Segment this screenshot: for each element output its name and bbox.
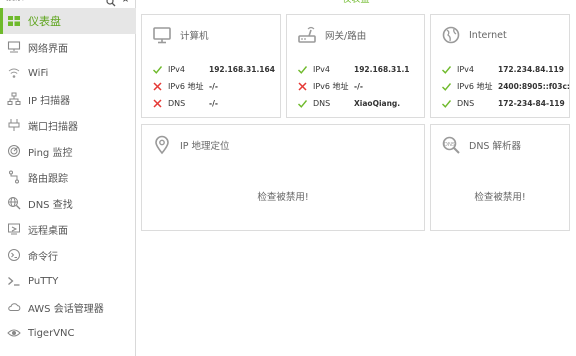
cross-icon — [297, 81, 308, 92]
sidebar-item-label: WiFi — [28, 67, 49, 79]
dns-search-icon: DNS — [442, 136, 460, 154]
ethernet-port-icon — [7, 118, 21, 132]
search-input[interactable] — [6, 0, 98, 6]
network-tree-icon — [7, 92, 21, 106]
sidebar-item-wifi[interactable]: WiFi — [0, 60, 136, 86]
radar-icon — [7, 144, 21, 158]
svg-text:DNS: DNS — [444, 142, 456, 148]
sidebar-item-label: 仪表盘 — [28, 15, 61, 28]
sidebar-item-label: IP 扫描器 — [28, 95, 71, 107]
cross-icon — [152, 81, 163, 92]
card-title: 计算机 — [180, 31, 209, 42]
sidebar-item-tigervnc[interactable]: TigerVNC — [0, 320, 136, 346]
sidebar-item-remote-desktop[interactable]: 远程桌面 — [0, 216, 136, 242]
check-icon — [297, 98, 308, 109]
row-dns: DNS XiaoQiang. — [297, 95, 410, 112]
row-ipv6: IPv6 地址 -/- — [152, 78, 275, 95]
card-title: 网关/路由 — [325, 31, 367, 42]
sidebar-item-port-scanner[interactable]: 端口扫描器 — [0, 112, 136, 138]
wifi-icon — [7, 66, 21, 80]
favorite-star-icon[interactable]: ★ — [121, 0, 130, 5]
check-icon — [152, 64, 163, 75]
eye-icon — [7, 326, 21, 340]
globe-icon — [442, 26, 460, 44]
sidebar-item-label: PuTTY — [28, 275, 59, 287]
console-icon — [7, 248, 21, 262]
sidebar-item-ping-monitor[interactable]: Ping 监控 — [0, 138, 136, 164]
row-ipv6: IPv6 地址 2400:8905::f03c: — [441, 78, 570, 95]
sidebar-item-label: Ping 监控 — [28, 147, 73, 159]
disabled-message: 检查被禁用! — [257, 192, 309, 203]
row-ipv4: IPv4 172.234.84.119 — [441, 61, 570, 78]
sidebar-item-command-line[interactable]: 命令行 — [0, 242, 136, 268]
location-pin-icon — [155, 135, 169, 155]
card-internet: Internet IPv4 172.234.84.119 IPv6 地址 240… — [430, 14, 570, 118]
sidebar-item-label: AWS 会话管理器 — [28, 303, 104, 315]
check-icon — [441, 81, 452, 92]
sidebar-item-label: 网络界面 — [28, 43, 68, 55]
check-icon — [297, 64, 308, 75]
sidebar-item-dns-lookup[interactable]: DNS 查找 — [0, 190, 136, 216]
cloud-icon — [7, 300, 21, 314]
card-title: IP 地理定位 — [180, 141, 230, 152]
card-computer: 计算机 IPv4 192.168.31.164 IPv6 地址 -/- DNS … — [141, 14, 281, 118]
check-icon — [441, 64, 452, 75]
row-dns: DNS 172-234-84-119 — [441, 95, 570, 112]
sidebar-item-label: DNS 查找 — [28, 199, 73, 211]
sidebar-item-dashboard[interactable]: 仪表盘 — [0, 8, 136, 34]
sidebar-item-label: 路由跟踪 — [28, 173, 68, 185]
search-row: ★ — [0, 0, 136, 8]
row-dns: DNS -/- — [152, 95, 275, 112]
row-ipv4: IPv4 192.168.31.164 — [152, 61, 275, 78]
sidebar-item-putty[interactable]: PuTTY — [0, 268, 136, 294]
router-icon — [298, 26, 316, 43]
sidebar: ★ 仪表盘 网络界面 WiFi IP 扫描器 — [0, 0, 136, 356]
check-icon — [441, 98, 452, 109]
sidebar-item-label: 端口扫描器 — [28, 121, 78, 133]
remote-desktop-icon — [7, 222, 21, 236]
sidebar-item-aws-session-manager[interactable]: AWS 会话管理器 — [0, 294, 136, 320]
row-ipv4: IPv4 192.168.31.1 — [297, 61, 410, 78]
row-ipv6: IPv6 地址 -/- — [297, 78, 410, 95]
disabled-message: 检查被禁用! — [474, 192, 526, 203]
sidebar-item-network-interface[interactable]: 网络界面 — [0, 34, 136, 60]
sidebar-item-label: 命令行 — [28, 251, 58, 263]
search-icon[interactable] — [106, 0, 116, 7]
sidebar-item-label: 远程桌面 — [28, 225, 68, 237]
sidebar-nav: 仪表盘 网络界面 WiFi IP 扫描器 端口扫描器 Ping 监控 路由跟踪 … — [0, 8, 136, 346]
route-icon — [7, 170, 21, 184]
dashboard-icon — [7, 14, 21, 28]
monitor-network-icon — [7, 40, 21, 54]
card-title: Internet — [469, 29, 507, 41]
card-router: 网关/路由 IPv4 192.168.31.1 IPv6 地址 -/- DNS … — [286, 14, 425, 118]
card-ip-geolocation: IP 地理定位 检查被禁用! — [141, 124, 425, 231]
terminal-icon — [7, 274, 21, 288]
sidebar-item-label: TigerVNC — [28, 327, 75, 339]
globe-search-icon — [7, 196, 21, 210]
monitor-icon — [153, 27, 171, 44]
sidebar-item-ip-scanner[interactable]: IP 扫描器 — [0, 86, 136, 112]
card-dns-resolver: DNS DNS 解析器 检查被禁用! — [430, 124, 570, 231]
card-title: DNS 解析器 — [469, 141, 521, 152]
cross-icon — [152, 98, 163, 109]
sidebar-item-traceroute[interactable]: 路由跟踪 — [0, 164, 136, 190]
page-title: 仪表盘 — [342, 0, 370, 5]
